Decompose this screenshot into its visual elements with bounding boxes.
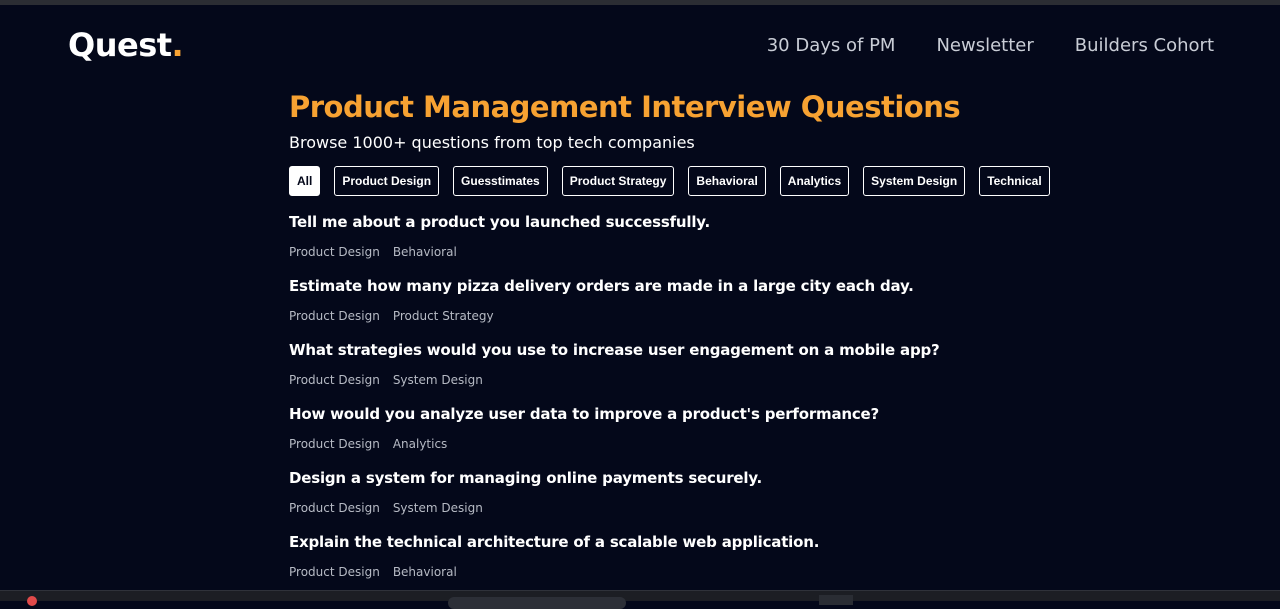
question-tag: Product Design bbox=[289, 437, 380, 451]
os-taskbar bbox=[0, 590, 1280, 609]
page-subtitle: Browse 1000+ questions from top tech com… bbox=[289, 133, 695, 152]
question-tag: Product Design bbox=[289, 501, 380, 515]
question-tag: Product Design bbox=[289, 373, 380, 387]
question-item: How would you analyze user data to impro… bbox=[289, 404, 1009, 468]
filter-chip-all[interactable]: All bbox=[289, 166, 321, 196]
filter-chip-system-design[interactable]: System Design bbox=[863, 166, 966, 196]
question-tags: Product Design Behavioral bbox=[289, 244, 1009, 260]
filter-chip-analytics[interactable]: Analytics bbox=[779, 166, 850, 196]
logo-dot: . bbox=[171, 26, 184, 64]
question-tag: System Design bbox=[392, 501, 483, 515]
taskbar-app-button[interactable] bbox=[819, 595, 853, 605]
question-item: Tell me about a product you launched suc… bbox=[289, 212, 1009, 276]
quest-logo[interactable]: Quest. bbox=[68, 26, 184, 64]
question-tag: Behavioral bbox=[392, 565, 457, 579]
question-title[interactable]: How would you analyze user data to impro… bbox=[289, 404, 1009, 424]
question-title[interactable]: Design a system for managing online paym… bbox=[289, 468, 1009, 488]
question-tags: Product Design Behavioral bbox=[289, 564, 1009, 580]
question-tag: Analytics bbox=[392, 437, 448, 451]
question-title[interactable]: Estimate how many pizza delivery orders … bbox=[289, 276, 1009, 296]
filter-chip-behavioral[interactable]: Behavioral bbox=[688, 166, 766, 196]
nav-link-newsletter[interactable]: Newsletter bbox=[936, 35, 1033, 57]
taskbar-search-bar[interactable] bbox=[448, 597, 626, 609]
taskbar-app-icon[interactable] bbox=[27, 596, 37, 606]
question-tag: Product Design bbox=[289, 565, 380, 579]
category-filters: All Product Design Guesstimates Product … bbox=[289, 166, 1050, 196]
question-item: Estimate how many pizza delivery orders … bbox=[289, 276, 1009, 340]
page-title: Product Management Interview Questions bbox=[289, 90, 961, 124]
nav-link-30-days-of-pm[interactable]: 30 Days of PM bbox=[767, 35, 896, 57]
question-title[interactable]: Explain the technical architecture of a … bbox=[289, 532, 1009, 552]
nav-link-builders-cohort[interactable]: Builders Cohort bbox=[1075, 35, 1214, 57]
filter-chip-product-design[interactable]: Product Design bbox=[334, 166, 440, 196]
question-tag: Product Design bbox=[289, 245, 380, 259]
filter-chip-guesstimates[interactable]: Guesstimates bbox=[453, 166, 548, 196]
main-content: Product Management Interview Questions B… bbox=[289, 86, 1050, 596]
question-tag: System Design bbox=[392, 373, 483, 387]
question-tags: Product Design System Design bbox=[289, 372, 1009, 388]
question-tags: Product Design System Design bbox=[289, 500, 1009, 516]
question-item: Design a system for managing online paym… bbox=[289, 468, 1009, 532]
question-list: Tell me about a product you launched suc… bbox=[289, 212, 1009, 596]
question-tags: Product Design Product Strategy bbox=[289, 308, 1009, 324]
main-nav: 30 Days of PM Newsletter Builders Cohort bbox=[767, 35, 1214, 57]
filter-chip-technical[interactable]: Technical bbox=[979, 166, 1050, 196]
filter-chip-product-strategy[interactable]: Product Strategy bbox=[561, 166, 675, 196]
question-tag: Product Strategy bbox=[392, 309, 494, 323]
question-tags: Product Design Analytics bbox=[289, 436, 1009, 452]
question-tag: Product Design bbox=[289, 309, 380, 323]
question-title[interactable]: What strategies would you use to increas… bbox=[289, 340, 1009, 360]
logo-text: Quest bbox=[68, 26, 172, 64]
question-item: What strategies would you use to increas… bbox=[289, 340, 1009, 404]
question-item: Explain the technical architecture of a … bbox=[289, 532, 1009, 596]
site-header: Quest. 30 Days of PM Newsletter Builders… bbox=[0, 5, 1280, 85]
question-tag: Behavioral bbox=[392, 245, 457, 259]
question-title[interactable]: Tell me about a product you launched suc… bbox=[289, 212, 1009, 232]
